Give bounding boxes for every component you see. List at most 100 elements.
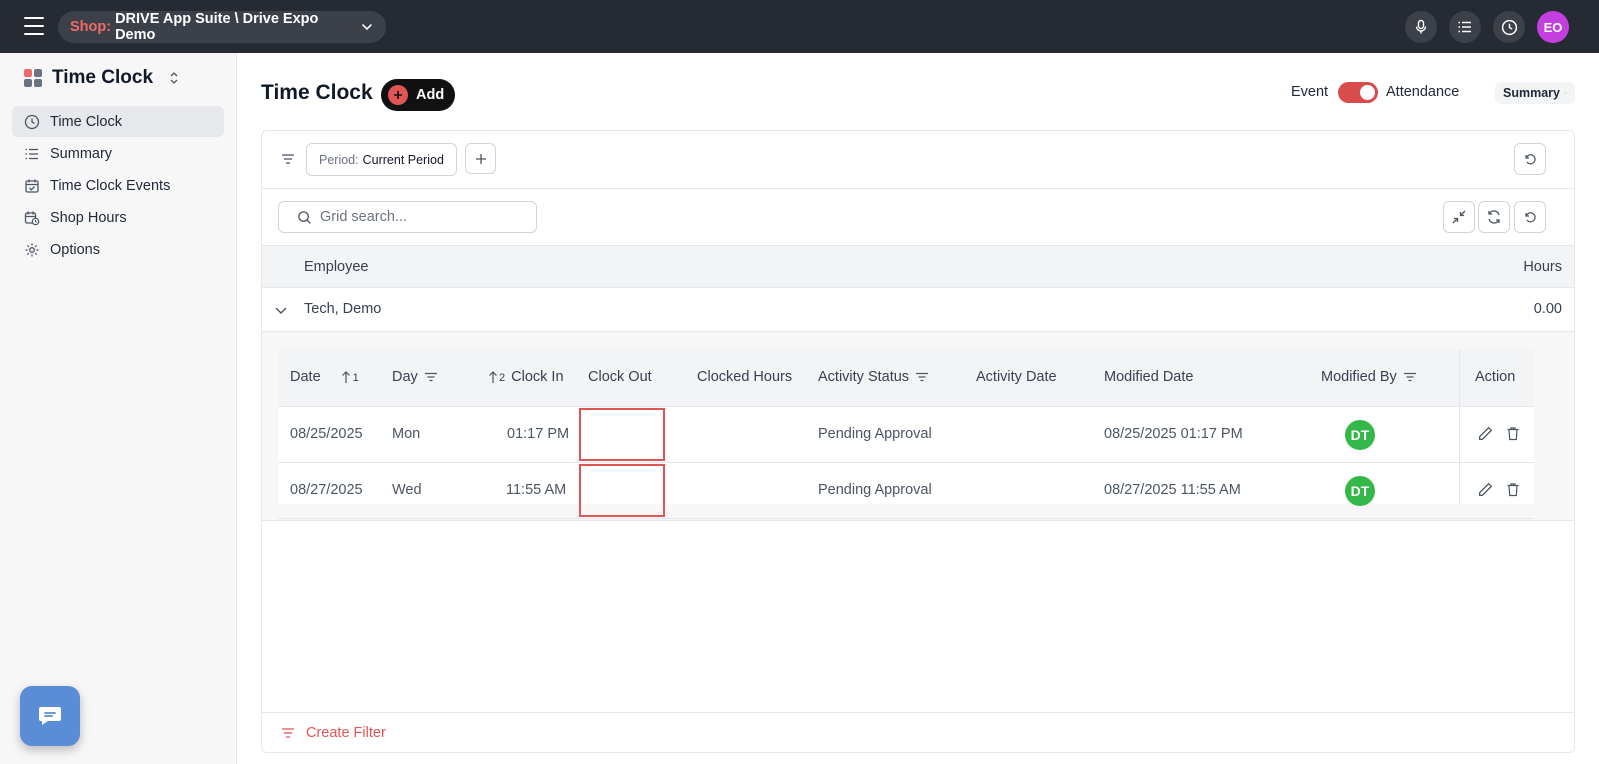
column-header-modified-date[interactable]: Modified Date [1104,369,1193,385]
refresh-button[interactable] [1478,201,1510,233]
detail-table-header: Date 1 Day 2 Clock In Clock Out Clocked … [278,349,1534,407]
filter-icon[interactable] [424,370,438,384]
search-icon [298,210,311,224]
sidebar-item-label: Time Clock [50,113,122,130]
column-header-clock-out[interactable]: Clock Out [588,369,652,385]
plus-icon [475,153,486,164]
column-header-clocked-hours[interactable]: Clocked Hours [697,369,792,385]
chat-button[interactable] [20,686,80,746]
view-select[interactable]: Summary [1495,82,1575,104]
time-clock-panel: Period: Current Period Grid search... Em… [261,130,1575,753]
edit-icon[interactable] [1477,425,1494,442]
list-icon [25,148,38,159]
period-filter-label: Period: [319,152,359,167]
sidebar-item-time-clock[interactable]: Time Clock [12,106,224,137]
trash-icon[interactable] [1505,425,1521,442]
cell-clock-out[interactable] [579,464,665,517]
reset-filters-button[interactable] [1514,143,1546,175]
microphone-icon [1415,19,1427,34]
search-bar [262,189,1574,245]
hamburger-menu-icon[interactable] [24,17,44,35]
chevron-updown-icon [170,72,178,84]
sort-index: 2 [499,372,506,384]
app-switcher[interactable]: Time Clock [24,67,179,89]
sidebar-item-label: Time Clock Events [50,177,171,194]
create-filter-button[interactable]: Create Filter [262,712,1574,752]
sidebar-item-summary[interactable]: Summary [12,138,224,169]
column-header-label: Activity Status [818,369,910,385]
cell-day: Mon [392,426,421,442]
sort-asc-icon: 2 [488,370,505,384]
period-filter-value: Current Period [362,152,444,167]
filter-bar: Period: Current Period [262,131,1574,189]
add-button[interactable]: Add [381,79,455,111]
grid-search-input[interactable] [320,209,520,225]
sidebar-item-options[interactable]: Options [12,234,224,265]
sidebar-item-time-clock-events[interactable]: Time Clock Events [12,170,224,201]
cell-activity-status: Pending Approval [818,426,932,442]
collapse-button[interactable] [1443,201,1475,233]
cell-clock-in: 11:55 AM [506,482,567,498]
sidebar: Time Clock Time Clock Summary Time Clock… [0,53,237,764]
sidebar-item-label: Summary [50,145,113,162]
cell-modified-date: 08/25/2025 01:17 PM [1104,426,1243,442]
reset-grid-button[interactable] [1514,201,1546,233]
sort-asc-icon: 1 [341,370,359,384]
group-row[interactable]: Tech, Demo 0.00 [262,288,1574,332]
undo-icon [1525,154,1536,165]
column-header-clock-in[interactable]: 2 Clock In [488,369,564,385]
column-header-activity-date[interactable]: Activity Date [976,369,1057,385]
main-content: Time Clock Add Event Attendance Summary … [238,53,1599,764]
microphone-button[interactable] [1405,11,1437,43]
sidebar-item-label: Options [50,241,100,258]
chevron-down-icon [1564,92,1567,94]
column-header-date[interactable]: Date 1 [290,369,359,385]
shop-label: Shop: [70,19,112,35]
column-header-modified-by[interactable]: Modified By [1321,369,1417,385]
filter-icon[interactable] [915,370,929,384]
task-list-button[interactable] [1449,11,1481,43]
filter-icon [282,727,294,738]
user-avatar[interactable]: EO [1537,11,1569,43]
sidebar-item-label: Shop Hours [50,209,127,226]
calendar-clock-icon [24,211,40,225]
shop-selector[interactable]: Shop: DRIVE App Suite \ Drive Expo Demo [58,11,386,43]
page-title: Time Clock [261,81,373,104]
sort-index: 1 [352,372,359,384]
column-header-activity-status[interactable]: Activity Status [818,369,929,385]
sidebar-item-shop-hours[interactable]: Shop Hours [12,202,224,233]
column-header-label: Action [1475,369,1516,385]
action-column-divider [1459,349,1460,504]
column-header-label: Day [392,369,418,385]
table-row[interactable]: 08/27/2025 Wed 11:55 AM Pending Approval… [278,463,1534,519]
gear-icon [25,243,39,256]
collapse-icon [1452,210,1466,224]
table-row[interactable]: 08/25/2025 Mon 01:17 PM Pending Approval… [278,407,1534,463]
filter-icon[interactable] [1403,370,1417,384]
cell-activity-status: Pending Approval [818,482,932,498]
plus-icon [388,85,408,105]
filter-icon[interactable] [280,151,296,167]
period-filter-chip[interactable]: Period: Current Period [306,143,457,176]
column-header-employee[interactable]: Employee [304,259,368,275]
chat-icon [39,707,61,725]
attendance-label: Attendance [1386,84,1460,100]
view-select-value: Summary [1503,86,1560,100]
grid-search[interactable] [278,201,537,233]
trash-icon[interactable] [1505,481,1521,498]
clock-icon [24,114,40,129]
column-header-day[interactable]: Day [392,369,438,385]
add-filter-button[interactable] [465,143,496,174]
refresh-icon [1488,210,1500,224]
column-header-action: Action [1475,369,1515,385]
column-header-label: Clock In [511,369,564,385]
cell-clock-out[interactable] [579,408,665,461]
cell-day: Wed [392,482,422,498]
cell-modified-date: 08/27/2025 11:55 AM [1104,482,1241,498]
edit-icon[interactable] [1477,481,1494,498]
chevron-down-icon[interactable] [274,303,288,317]
add-button-label: Add [416,87,445,103]
history-button[interactable] [1493,11,1525,43]
event-attendance-toggle[interactable] [1338,82,1378,103]
column-header-hours[interactable]: Hours [1523,259,1562,275]
